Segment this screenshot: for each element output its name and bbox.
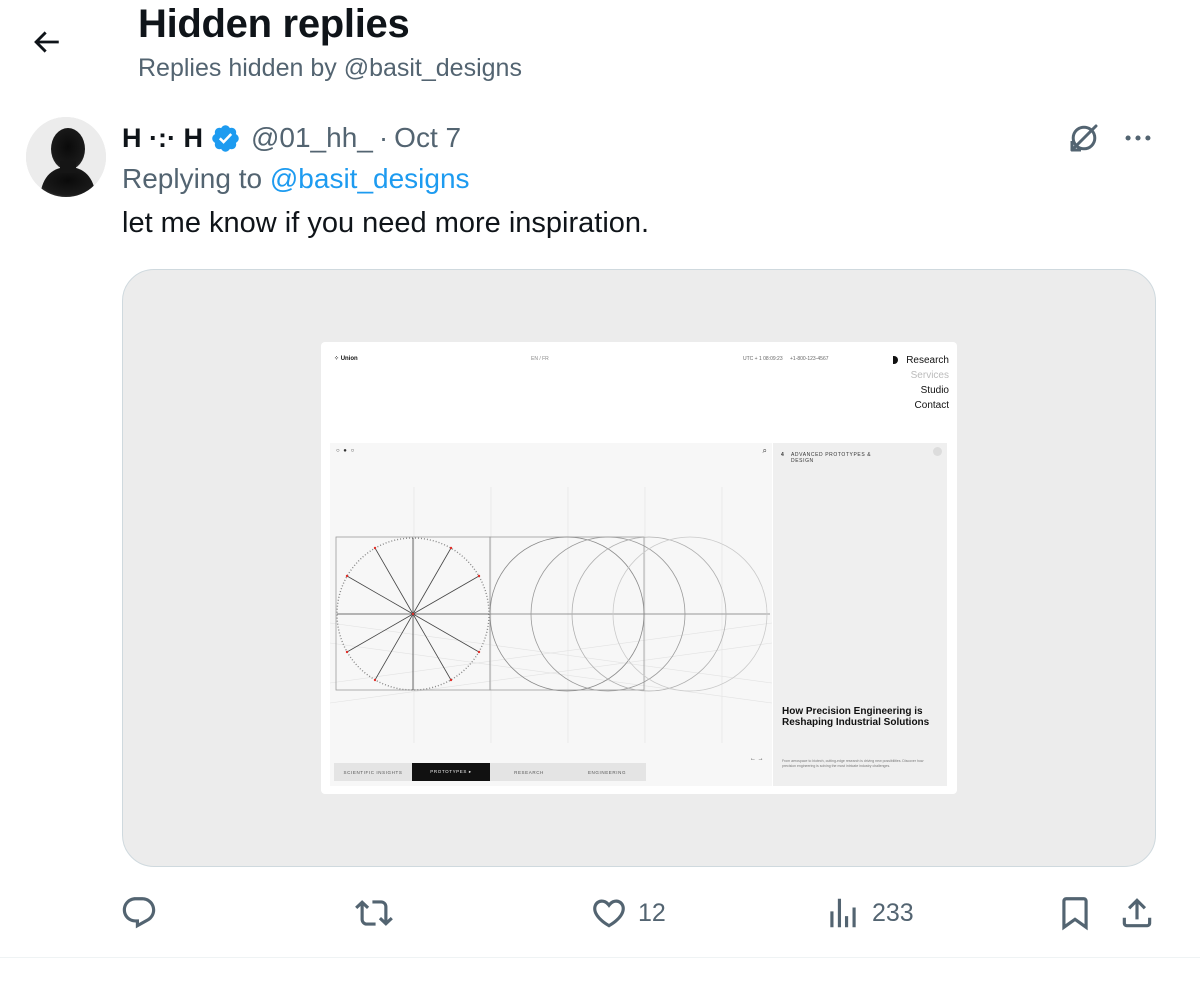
media-body: From aerospace to biotech, cutting-edge …	[782, 759, 924, 768]
media-nav-dot	[893, 356, 899, 364]
arrow-left-icon	[34, 31, 59, 53]
author-row: H ·:· H @01_hh_ · Oct 7	[122, 118, 461, 158]
media-tab: RESEARCH	[490, 763, 568, 781]
repost-icon	[355, 900, 393, 926]
media-side-label-text: ADVANCED PROTOTYPES & DESIGN	[791, 452, 872, 464]
media-tab: SCIENTIFIC INSIGHTS	[334, 763, 412, 781]
media-headline: How Precision Engineering is Reshaping I…	[782, 706, 930, 728]
media-tabs: SCIENTIFIC INSIGHTS PROTOTYPES ▸ RESEARC…	[334, 763, 646, 781]
media-logo: ⁘ Union	[334, 356, 358, 362]
divider	[0, 957, 1200, 958]
page-title: Hidden replies	[138, 2, 410, 46]
post-text: let me know if you need more inspiration…	[122, 207, 650, 239]
like-button[interactable]: 12	[590, 888, 666, 938]
mention-link[interactable]: @basit_designs	[270, 163, 470, 194]
media-nav-item: Studio	[920, 385, 949, 396]
avatar-image	[26, 117, 106, 197]
media-card[interactable]: ⁘ Union EN / FR UTC + 1 08:09:23 +1-800-…	[122, 269, 1156, 867]
media-nav: Research Services Studio Contact	[893, 353, 949, 413]
author-handle[interactable]: @01_hh_	[251, 122, 373, 154]
share-icon	[1122, 898, 1152, 928]
media-side-label: 4 ADVANCED PROTOTYPES & DESIGN	[781, 452, 875, 464]
heart-icon	[593, 899, 625, 928]
media-nav-item: Services	[910, 370, 949, 381]
reply-button[interactable]	[120, 888, 158, 938]
page-subtitle: Replies hidden by @basit_designs	[138, 54, 522, 82]
replying-prefix: Replying to	[122, 163, 263, 194]
media-stage-overlay: SCIENTIFIC INSIGHTS PROTOTYPES ▸ RESEARC…	[330, 443, 772, 786]
media-close-icon	[933, 447, 942, 456]
more-options-icon	[1125, 135, 1151, 141]
more-options-button[interactable]	[1118, 118, 1158, 158]
media-tab-active: PROTOTYPES ▸	[412, 763, 490, 781]
separator-dot: ·	[378, 122, 389, 153]
media-screenshot: ⁘ Union EN / FR UTC + 1 08:09:23 +1-800-…	[321, 342, 957, 794]
media-phone: +1-800-123-4567	[790, 356, 829, 362]
bookmark-icon	[1062, 897, 1088, 931]
views-button[interactable]: 233	[824, 888, 914, 938]
back-button[interactable]	[26, 22, 66, 62]
views-icon	[830, 898, 856, 928]
like-count: 12	[638, 898, 666, 927]
unhide-button[interactable]	[1064, 118, 1104, 158]
media-side-label-index: 4	[781, 452, 785, 458]
media-nav-item: Research	[906, 355, 949, 366]
views-count: 233	[872, 898, 914, 927]
replying-to-line: Replying to @basit_designs	[122, 163, 470, 195]
action-bar: 12 233	[0, 888, 1200, 938]
share-button[interactable]	[1118, 888, 1156, 938]
reply-icon	[122, 897, 156, 929]
repost-button[interactable]	[355, 888, 393, 938]
avatar[interactable]	[26, 117, 106, 197]
bookmark-button[interactable]	[1056, 888, 1094, 938]
media-arrows: ← →	[750, 756, 764, 762]
media-side-panel: 4 ADVANCED PROTOTYPES & DESIGN How Precis…	[773, 443, 947, 786]
unhide-icon	[1070, 124, 1098, 152]
media-lang: EN / FR	[531, 356, 549, 362]
post-timestamp[interactable]: Oct 7	[394, 122, 461, 154]
media-utc: UTC + 1 08:09:23	[743, 356, 783, 362]
verified-badge-icon[interactable]	[210, 123, 241, 154]
media-nav-item: Contact	[914, 400, 949, 411]
author-name[interactable]: H ·:· H	[122, 123, 203, 154]
media-tab: ENGINEERING	[568, 763, 646, 781]
